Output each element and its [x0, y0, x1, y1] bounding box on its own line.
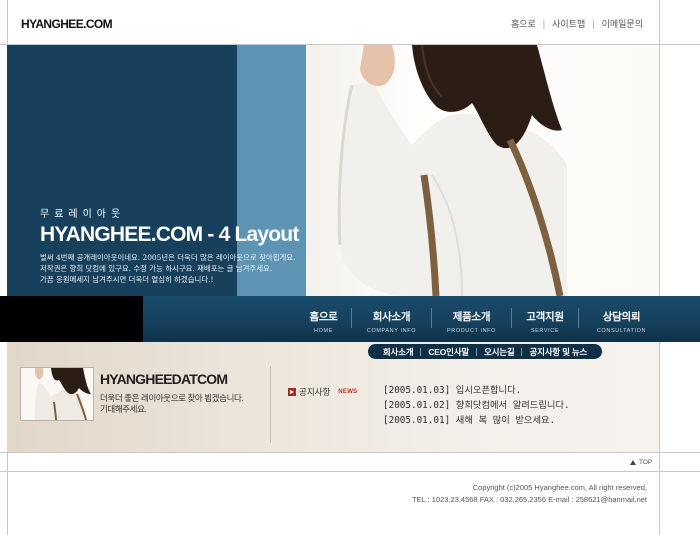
news-date: [2005.01.01] [383, 415, 451, 426]
util-link-sitemap[interactable]: 사이트맵 [552, 17, 585, 30]
intro-site-name: HYANGHEEDATCOM [100, 371, 228, 387]
thumbnail-photo [21, 368, 93, 420]
triangle-up-icon [630, 460, 636, 465]
main-nav: 홈으로 HOME 회사소개 COMPANY INFO 제품소개 PRODUCT … [296, 296, 664, 342]
nav-item-sublabel: SERVICE [530, 328, 560, 334]
news-title: 입시오픈합니다. [455, 385, 522, 396]
hero-description: 벌써 4번째 공개레이아웃이네요. 2005년은 더욱더 많은 레이아웃으로 찾… [40, 252, 313, 285]
nav-item-label: 회사소개 [372, 311, 411, 323]
top-label: TOP [639, 459, 653, 466]
intro-description-line: 더욱더 좋은 레이아웃으로 찾아 뵙겠습니다. [100, 393, 244, 403]
nav-item-label: 상담의뢰 [602, 311, 641, 323]
grid-line [659, 0, 660, 535]
nav-item-home[interactable]: 홈으로 HOME [296, 296, 351, 342]
subnav-item-directions[interactable]: 오시는길 [484, 346, 515, 358]
subnav-divider [521, 347, 523, 356]
intro-description: 더욱더 좋은 레이아웃으로 찾아 뵙겠습니다. 기대해주세요. [100, 393, 244, 415]
divider: | [542, 18, 546, 29]
news-title: 새해 복 많이 받으세요. [455, 415, 556, 426]
subnav-divider [476, 347, 477, 356]
nav-item-sublabel: COMPANY INFO [366, 328, 417, 334]
footer-info: Copyright (c)2005 Hyanghee.com, All righ… [412, 482, 647, 506]
contact-text: TEL : 1023,23,4568 FAX : 032,265,2356 E-… [412, 495, 647, 504]
nav-left-block [0, 296, 143, 342]
news-item[interactable]: [2005.01.01] 새해 복 많이 받으세요. [383, 413, 570, 428]
news-item[interactable]: [2005.01.03] 입시오픈합니다. [383, 383, 570, 398]
intro-description-line: 기대해주세요. [100, 404, 147, 414]
divider: | [592, 18, 595, 29]
nav-item-sublabel: CONSULTATION [596, 328, 647, 334]
hero-photo [337, 45, 567, 296]
util-link-home[interactable]: 홈으로 [511, 17, 536, 30]
nav-item-company[interactable]: 회사소개 COMPANY INFO [352, 296, 431, 342]
copyright-text: Copyright (c)2005 Hyanghee.com, All righ… [472, 483, 647, 492]
sub-nav: 회사소개 CEO인사말 오시는길 공지사항 및 뉴스 [368, 344, 602, 359]
news-title: 향희닷컴에서 알려드립니다. [455, 400, 570, 411]
intro-thumbnail [20, 367, 94, 421]
nav-item-consultation[interactable]: 상담의뢰 CONSULTATION [579, 296, 664, 342]
grid-line [0, 471, 700, 472]
nav-item-sublabel: PRODUCT INFO [447, 328, 496, 334]
subnav-item-notice[interactable]: 공지사항 및 뉴스 [529, 346, 587, 358]
util-link-email[interactable]: 이메일문의 [602, 17, 643, 30]
subnav-divider [420, 347, 422, 356]
hero-description-line: 가끔 응원메세지 남겨주시면 더욱더 열심히 하겠습니다.! [40, 275, 214, 284]
news-list: [2005.01.03] 입시오픈합니다. [2005.01.02] 향희닷컴에… [383, 383, 570, 428]
nav-item-service[interactable]: 고객지원 SERVICE [512, 296, 578, 342]
arrow-bullet-icon [288, 388, 296, 396]
news-item[interactable]: [2005.01.02] 향희닷컴에서 알려드립니다. [383, 398, 570, 413]
news-heading[interactable]: 공지사항 NEWS [288, 386, 357, 398]
nav-item-product[interactable]: 제품소개 PRODUCT INFO [432, 296, 511, 342]
hero-subtitle: 무료레이아웃 [40, 209, 126, 220]
hero-banner: 무료레이아웃 HYANGHEE.COM - 4 Layout 벌써 4번째 공개… [7, 45, 659, 296]
grid-line [0, 452, 700, 453]
back-to-top-link[interactable]: TOP [630, 459, 652, 466]
nav-item-label: 고객지원 [526, 311, 564, 323]
site-logo[interactable]: HYANGHEE.COM [21, 17, 113, 31]
nav-item-label: 홈으로 [309, 311, 338, 323]
news-date: [2005.01.03] [383, 385, 451, 396]
content-divider [270, 366, 271, 443]
subnav-item-company[interactable]: 회사소개 [383, 346, 414, 358]
news-label: 공지사항 [299, 387, 331, 397]
hero-title: HYANGHEE.COM - 4 Layout [40, 223, 299, 246]
news-tag: NEWS [338, 389, 358, 395]
news-date: [2005.01.02] [383, 400, 451, 411]
nav-item-sublabel: HOME [314, 328, 333, 334]
nav-item-label: 제품소개 [452, 311, 491, 323]
utility-nav: 홈으로 | 사이트맵 | 이메일문의 [511, 17, 643, 30]
subnav-item-ceo[interactable]: CEO인사말 [428, 346, 469, 358]
hero-description-line: 저작권은 향희 닷컴에 있구요. 수정 가능 하시구요. 재배포는 글 남겨주세… [40, 264, 273, 273]
hero-description-line: 벌써 4번째 공개레이아웃이네요. 2005년은 더욱더 많은 레이아웃으로 찾… [40, 253, 296, 262]
